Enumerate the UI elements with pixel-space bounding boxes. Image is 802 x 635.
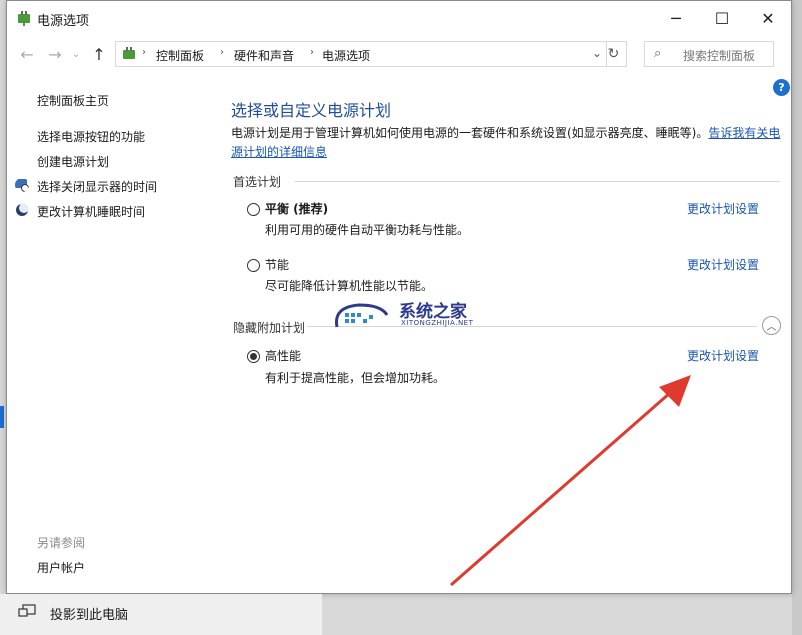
up-button[interactable]: ↑ <box>87 41 111 67</box>
power-options-window: 电源选项 ─ ☐ ✕ ← → ⌄ ↑ › 控制面板 › 硬件和声音 › 电源选项… <box>6 0 792 594</box>
recent-locations-button[interactable]: ⌄ <box>67 41 85 67</box>
see-also-heading: 另请参阅 <box>37 536 86 550</box>
collapse-icon[interactable]: ︿ <box>762 316 781 335</box>
project-to-pc-label: 投影到此电脑 <box>50 608 129 623</box>
breadcrumb-separator[interactable]: › <box>220 47 224 58</box>
sidebar-item-home[interactable]: 控制面板主页 <box>37 92 109 109</box>
title-bar: 电源选项 ─ ☐ ✕ <box>7 1 791 35</box>
background-right <box>792 0 802 635</box>
background-menu-item[interactable]: 投影到此电脑 <box>0 594 322 635</box>
background-accent <box>0 406 4 428</box>
plan-radio-balanced[interactable] <box>247 203 260 216</box>
learn-more-link-continued[interactable]: 源计划的详细信息 <box>231 145 327 159</box>
preferred-plans-heading: 首选计划 <box>233 175 282 189</box>
sidebar-item-user-accounts[interactable]: 用户帐户 <box>37 559 85 576</box>
control-panel-icon <box>123 47 135 59</box>
watermark: 系统之家 XITONGZHIJIA.NET <box>329 297 499 335</box>
page-description: 电源计划是用于管理计算机如何使用电源的一套硬件和系统设置(如显示器亮度、睡眠等)… <box>231 124 791 162</box>
plan-desc-power-saver: 尽可能降低计算机性能以节能。 <box>265 279 434 293</box>
project-screen-icon <box>18 604 36 617</box>
sidebar-item-create-plan[interactable]: 创建电源计划 <box>37 153 109 170</box>
plan-name-power-saver[interactable]: 节能 <box>265 256 289 273</box>
help-icon[interactable]: ? <box>773 79 790 96</box>
minimize-button[interactable]: ─ <box>653 1 699 35</box>
plan-desc-high-performance: 有利于提高性能，但会增加功耗。 <box>265 371 446 385</box>
change-plan-settings-power-saver[interactable]: 更改计划设置 <box>687 256 759 273</box>
refresh-button[interactable]: ↻ <box>601 41 627 67</box>
page-title: 选择或自定义电源计划 <box>231 101 392 120</box>
plan-radio-power-saver[interactable] <box>247 259 260 272</box>
breadcrumb-power-options[interactable]: 电源选项 <box>322 47 370 64</box>
back-button[interactable]: ← <box>15 41 39 67</box>
breadcrumb-control-panel[interactable]: 控制面板 <box>156 47 204 64</box>
window-title: 电源选项 <box>37 14 90 29</box>
watermark-logo-icon <box>334 303 389 328</box>
section-divider <box>295 181 780 182</box>
plan-desc-balanced: 利用可用的硬件自动平衡功耗与性能。 <box>265 223 470 237</box>
close-button[interactable]: ✕ <box>745 1 791 35</box>
monitor-clock-icon <box>15 179 29 192</box>
maximize-button[interactable]: ☐ <box>699 1 745 35</box>
moon-icon <box>16 203 29 216</box>
search-placeholder: 搜索控制面板 <box>683 49 756 63</box>
change-plan-settings-balanced[interactable]: 更改计划设置 <box>687 200 759 217</box>
red-arrow-annotation <box>450 375 691 587</box>
hidden-plans-heading[interactable]: 隐藏附加计划 <box>233 319 305 336</box>
sidebar-item-sleep-time[interactable]: 更改计算机睡眠时间 <box>37 203 145 220</box>
search-input[interactable]: ⌕ 搜索控制面板 <box>644 41 774 67</box>
change-plan-settings-high-performance[interactable]: 更改计划设置 <box>687 347 759 364</box>
plan-name-balanced[interactable]: 平衡 (推荐) <box>265 200 328 217</box>
watermark-subtitle: XITONGZHIJIA.NET <box>401 319 474 327</box>
learn-more-link[interactable]: 告诉我有关电 <box>708 126 780 140</box>
plan-radio-high-performance[interactable] <box>247 350 260 363</box>
navigation-bar: ← → ⌄ ↑ › 控制面板 › 硬件和声音 › 电源选项 ⌄ ↻ ⌕ 搜索控制… <box>7 37 791 71</box>
sidebar-item-power-button[interactable]: 选择电源按钮的功能 <box>37 128 145 145</box>
breadcrumb-separator[interactable]: › <box>310 47 314 58</box>
plan-name-high-performance[interactable]: 高性能 <box>265 347 301 364</box>
description-text: 电源计划是用于管理计算机如何使用电源的一套硬件和系统设置(如显示器亮度、睡眠等)… <box>231 126 709 140</box>
address-bar[interactable]: › 控制面板 › 硬件和声音 › 电源选项 ⌄ <box>115 41 607 67</box>
breadcrumb-separator: › <box>142 47 146 58</box>
breadcrumb-hardware-sound[interactable]: 硬件和声音 <box>234 47 294 64</box>
sidebar-item-display-off[interactable]: 选择关闭显示器的时间 <box>37 178 157 195</box>
search-icon: ⌕ <box>654 46 662 61</box>
power-options-icon <box>18 11 30 26</box>
forward-button[interactable]: → <box>43 41 67 67</box>
